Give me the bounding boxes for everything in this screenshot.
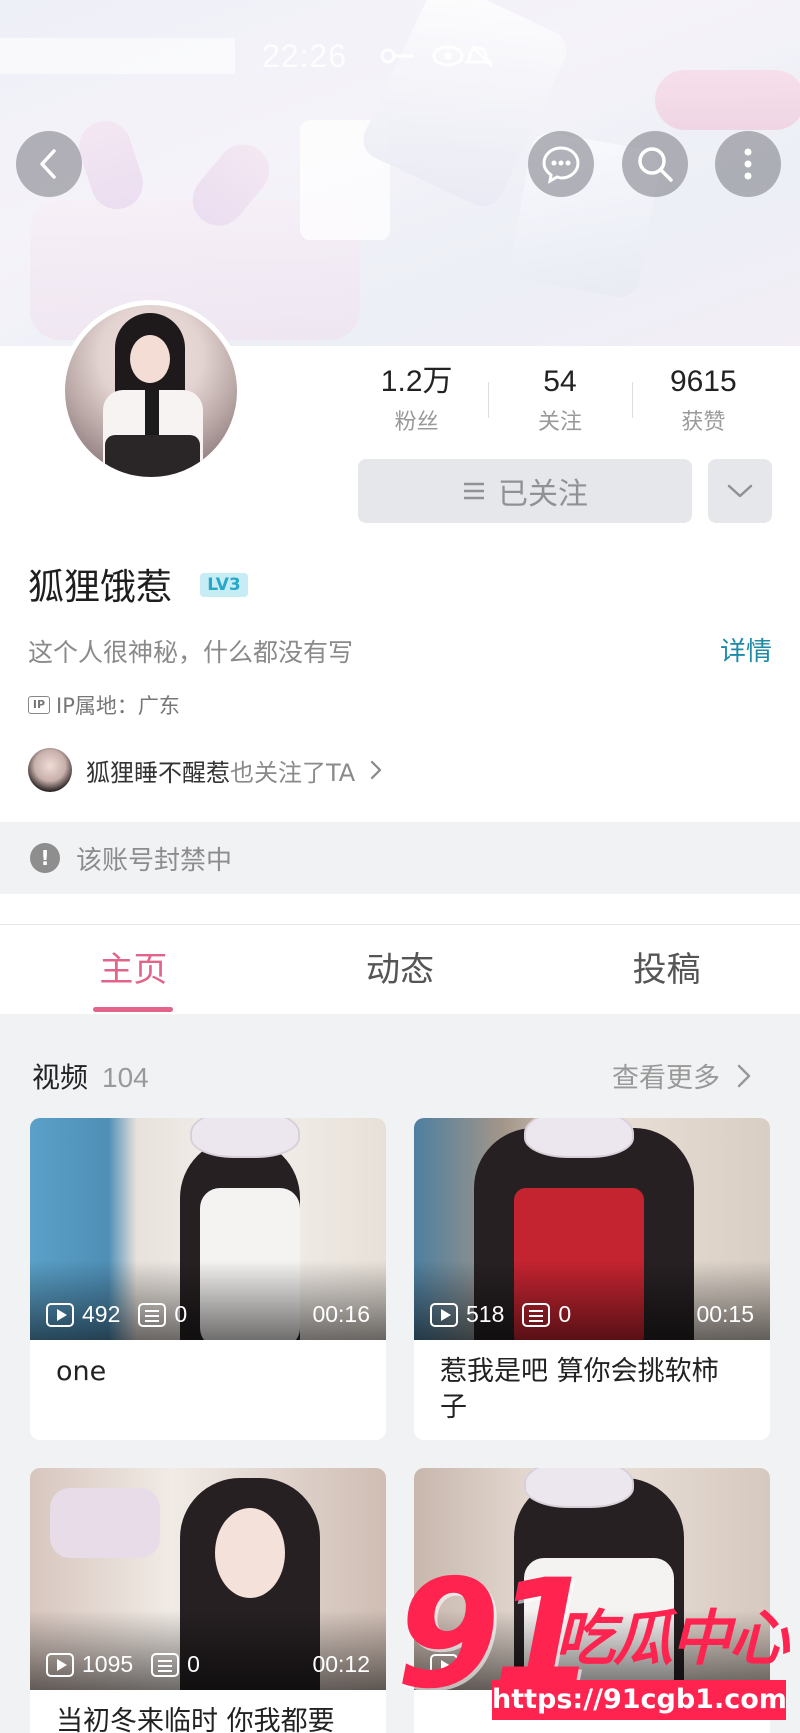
chat-bubble-icon: [542, 146, 580, 184]
stat-fans[interactable]: 1.2万 粉丝: [345, 362, 488, 442]
stat-label: 粉丝: [394, 410, 439, 435]
profile-stats: 1.2万 粉丝 54 关注 9615 获赞: [345, 362, 775, 442]
search-icon: [638, 147, 673, 182]
video-thumbnail[interactable]: 1095 0 00:12: [30, 1468, 386, 1690]
video-duration: 00:15: [696, 1301, 754, 1327]
play-count: 1095: [82, 1651, 134, 1677]
play-count: 492: [82, 1301, 121, 1327]
video-duration: 00:16: [312, 1301, 370, 1327]
video-meta: 492 0 00:16: [46, 1301, 370, 1328]
follow-dropdown-button[interactable]: [708, 459, 772, 523]
video-duration: 00:12: [312, 1651, 370, 1677]
status-icons: [380, 42, 500, 76]
banned-notice: ! 该账号封禁中: [0, 822, 800, 894]
chevron-right-icon: [371, 760, 382, 780]
video-card[interactable]: 1095 0 00:12 当初冬来临时 你我都要: [30, 1468, 386, 1733]
status-carrier-redacted: [0, 38, 235, 74]
message-button[interactable]: [528, 131, 594, 197]
play-count: 518: [466, 1301, 505, 1327]
danmaku-icon: [151, 1652, 180, 1677]
ip-icon: IP: [28, 696, 50, 714]
stat-value: 1.2万: [380, 365, 453, 398]
followed-button[interactable]: 已关注: [358, 459, 692, 523]
followed-button-label: 已关注: [498, 477, 588, 512]
profile-bio: 这个人很神秘，什么都没有写: [28, 638, 354, 667]
back-button[interactable]: [16, 131, 82, 197]
video-card[interactable]: 492 0 00:16 one: [30, 1118, 386, 1440]
play-count-icon: [46, 1302, 74, 1327]
ip-location: IP IP属地：广东: [28, 690, 180, 720]
more-vertical-icon: [744, 148, 752, 180]
danmaku-icon: [138, 1302, 167, 1327]
status-time: 22:26: [262, 38, 348, 74]
section-title: 视频: [32, 1061, 89, 1094]
video-title[interactable]: 惹我是吧 算你会挑软柿子: [414, 1340, 770, 1440]
tab-dynamics[interactable]: 动态: [267, 930, 534, 1014]
profile-tabs: 主页 动态 投稿: [0, 930, 800, 1014]
danmaku-count: 0: [558, 1301, 572, 1327]
status-key-eye-mute-icon: [380, 44, 494, 68]
chevron-right-icon: [737, 1064, 751, 1087]
videos-section-header: 视频 104: [32, 1056, 149, 1096]
play-count-icon: [46, 1652, 74, 1677]
video-thumbnail[interactable]: 518 0 00:15: [414, 1118, 770, 1340]
danmaku-count: 0: [174, 1301, 188, 1327]
stat-following[interactable]: 54 关注: [488, 362, 631, 442]
video-thumbnail[interactable]: 492 0 00:16: [30, 1118, 386, 1340]
video-meta: 518 0 00:15: [430, 1301, 754, 1328]
mutual-suffix: 也关注了TA: [230, 758, 356, 787]
profile-banner: 22:26: [0, 0, 800, 346]
stat-label: 获赞: [681, 410, 726, 435]
status-bar: 22:26: [0, 30, 800, 80]
tab-home[interactable]: 主页: [0, 930, 267, 1014]
menu-lines-icon: [464, 482, 484, 500]
mutual-follow-row[interactable]: 狐狸睡不醒惹也关注了TA: [28, 748, 383, 792]
alert-icon: !: [30, 843, 60, 873]
watermark-url: https://91cgb1.com: [492, 1680, 787, 1720]
play-count-icon: [430, 1302, 458, 1327]
see-more-link[interactable]: 查看更多: [612, 1056, 752, 1095]
ip-location-text: IP属地：广东: [56, 694, 180, 718]
tab-submissions[interactable]: 投稿: [533, 930, 800, 1014]
video-title[interactable]: one: [30, 1340, 386, 1440]
search-button[interactable]: [622, 131, 688, 197]
stat-label: 关注: [537, 410, 582, 435]
mutual-avatar: [28, 748, 72, 792]
danmaku-count: 0: [187, 1651, 200, 1677]
profile-avatar[interactable]: [60, 300, 242, 482]
video-title[interactable]: 当初冬来临时 你我都要: [30, 1690, 386, 1733]
banned-notice-text: 该账号封禁中: [76, 845, 233, 876]
stat-value: 9615: [669, 365, 737, 398]
chevron-left-icon: [40, 149, 56, 179]
see-more-label: 查看更多: [612, 1063, 720, 1094]
divider: [0, 924, 800, 925]
chevron-down-icon: [727, 484, 753, 498]
level-badge: LV3: [200, 573, 248, 597]
stat-likes[interactable]: 9615 获赞: [631, 362, 775, 442]
watermark-logo-text: 吃瓜中心: [555, 1604, 789, 1674]
section-count: 104: [102, 1062, 149, 1093]
danmaku-icon: [522, 1302, 551, 1327]
details-link[interactable]: 详情: [720, 631, 772, 668]
username: 狐狸饿惹: [28, 567, 173, 608]
video-card[interactable]: 518 0 00:15 惹我是吧 算你会挑软柿子: [414, 1118, 770, 1440]
video-meta: 1095 0 00:12: [46, 1651, 370, 1678]
mutual-name: 狐狸睡不醒惹: [86, 758, 230, 787]
more-options-button[interactable]: [715, 131, 781, 197]
stat-value: 54: [543, 365, 577, 398]
